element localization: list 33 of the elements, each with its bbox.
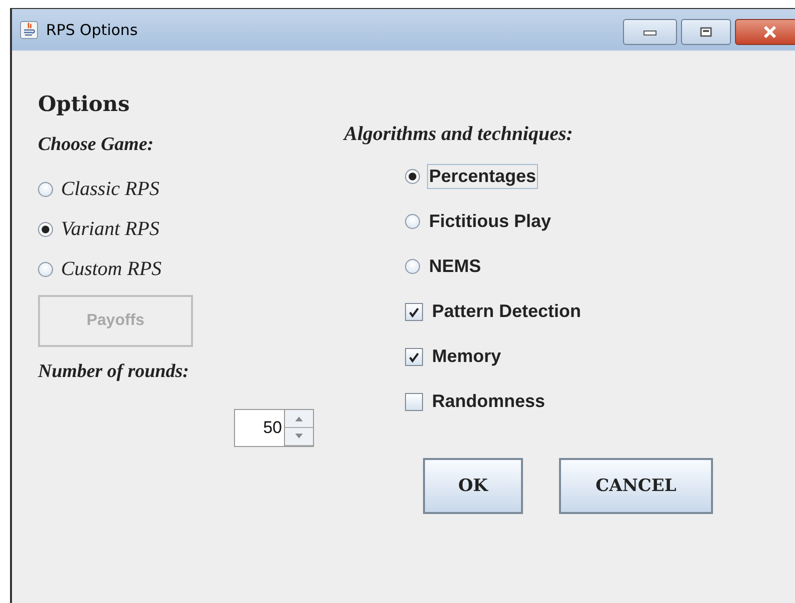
checkbox[interactable]	[405, 348, 423, 366]
algorithm-label[interactable]: Pattern Detection	[430, 299, 584, 324]
algorithm-label[interactable]: NEMS	[427, 254, 484, 279]
maximize-button[interactable]	[681, 19, 731, 45]
close-button[interactable]	[735, 19, 795, 45]
radio-button[interactable]	[38, 262, 53, 277]
choose-game-label: Choose Game:	[38, 134, 154, 156]
options-heading: Options	[38, 91, 130, 116]
window-title: RPS Options	[46, 20, 138, 38]
checkbox[interactable]	[405, 302, 423, 320]
algorithms-label: Algorithms and techniques:	[344, 123, 574, 146]
rounds-label: Number of rounds:	[38, 361, 189, 383]
algorithm-label[interactable]: Percentages	[427, 164, 538, 189]
game-option-label[interactable]: Variant RPS	[61, 218, 160, 241]
minimize-icon	[643, 28, 657, 36]
radio-button[interactable]	[38, 182, 53, 197]
algorithm-label[interactable]: Memory	[430, 344, 504, 369]
radio-button[interactable]	[405, 214, 420, 229]
algorithm-label[interactable]: Fictitious Play	[427, 209, 554, 234]
checkbox[interactable]	[405, 392, 423, 410]
game-option-label[interactable]: Custom RPS	[61, 258, 162, 281]
algorithm-label[interactable]: Randomness	[430, 389, 548, 414]
rounds-spinner[interactable]: 50	[234, 409, 314, 447]
radio-button[interactable]	[405, 259, 420, 274]
game-option-label[interactable]: Classic RPS	[61, 178, 160, 201]
maximize-icon	[700, 27, 712, 37]
close-icon	[763, 26, 777, 38]
radio-button[interactable]	[405, 169, 420, 184]
radio-button[interactable]	[38, 222, 53, 237]
cup-icon	[20, 20, 38, 38]
cancel-button[interactable]: CANCEL	[559, 458, 713, 514]
minimize-button[interactable]	[623, 19, 677, 45]
ok-button[interactable]: OK	[423, 458, 523, 514]
